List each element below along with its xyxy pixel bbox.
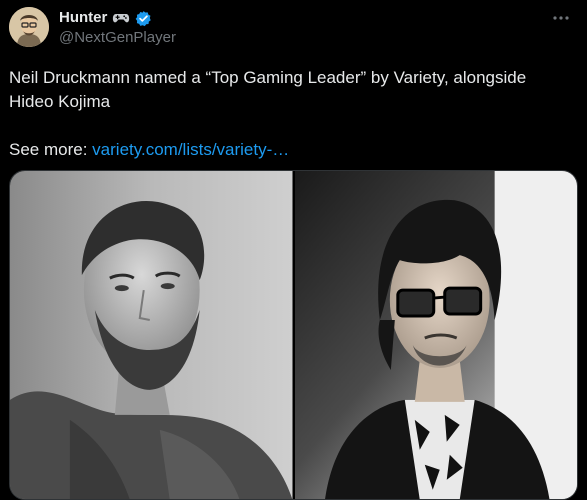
photo-neil-druckmann[interactable]: [10, 171, 293, 499]
tweet-text: Neil Druckmann named a “Top Gaming Leade…: [9, 66, 569, 162]
author-name-row: Hunter: [59, 8, 152, 28]
photo-hideo-kojima[interactable]: [294, 171, 577, 499]
gamepad-icon: [112, 11, 130, 25]
more-horizontal-icon: [553, 16, 569, 20]
verified-badge-icon: [135, 10, 152, 27]
avatar[interactable]: [9, 7, 49, 47]
article-link[interactable]: variety.com/lists/variety-…: [92, 140, 289, 159]
see-more-label: See more:: [9, 140, 88, 159]
photo-left-image: [10, 171, 293, 499]
handle[interactable]: @NextGenPlayer: [59, 28, 176, 48]
display-name[interactable]: Hunter: [59, 8, 107, 28]
more-options-button[interactable]: [549, 8, 573, 28]
photo-right-image: [294, 171, 577, 499]
media-grid: [9, 170, 578, 500]
tweet-text-line: Neil Druckmann named a “Top Gaming Leade…: [9, 68, 527, 111]
see-more-line: See more: variety.com/lists/variety-…: [9, 138, 569, 162]
tweet: Hunter @NextGenPlayer Neil Druckmann nam…: [0, 0, 587, 500]
avatar-icon: [9, 7, 49, 47]
